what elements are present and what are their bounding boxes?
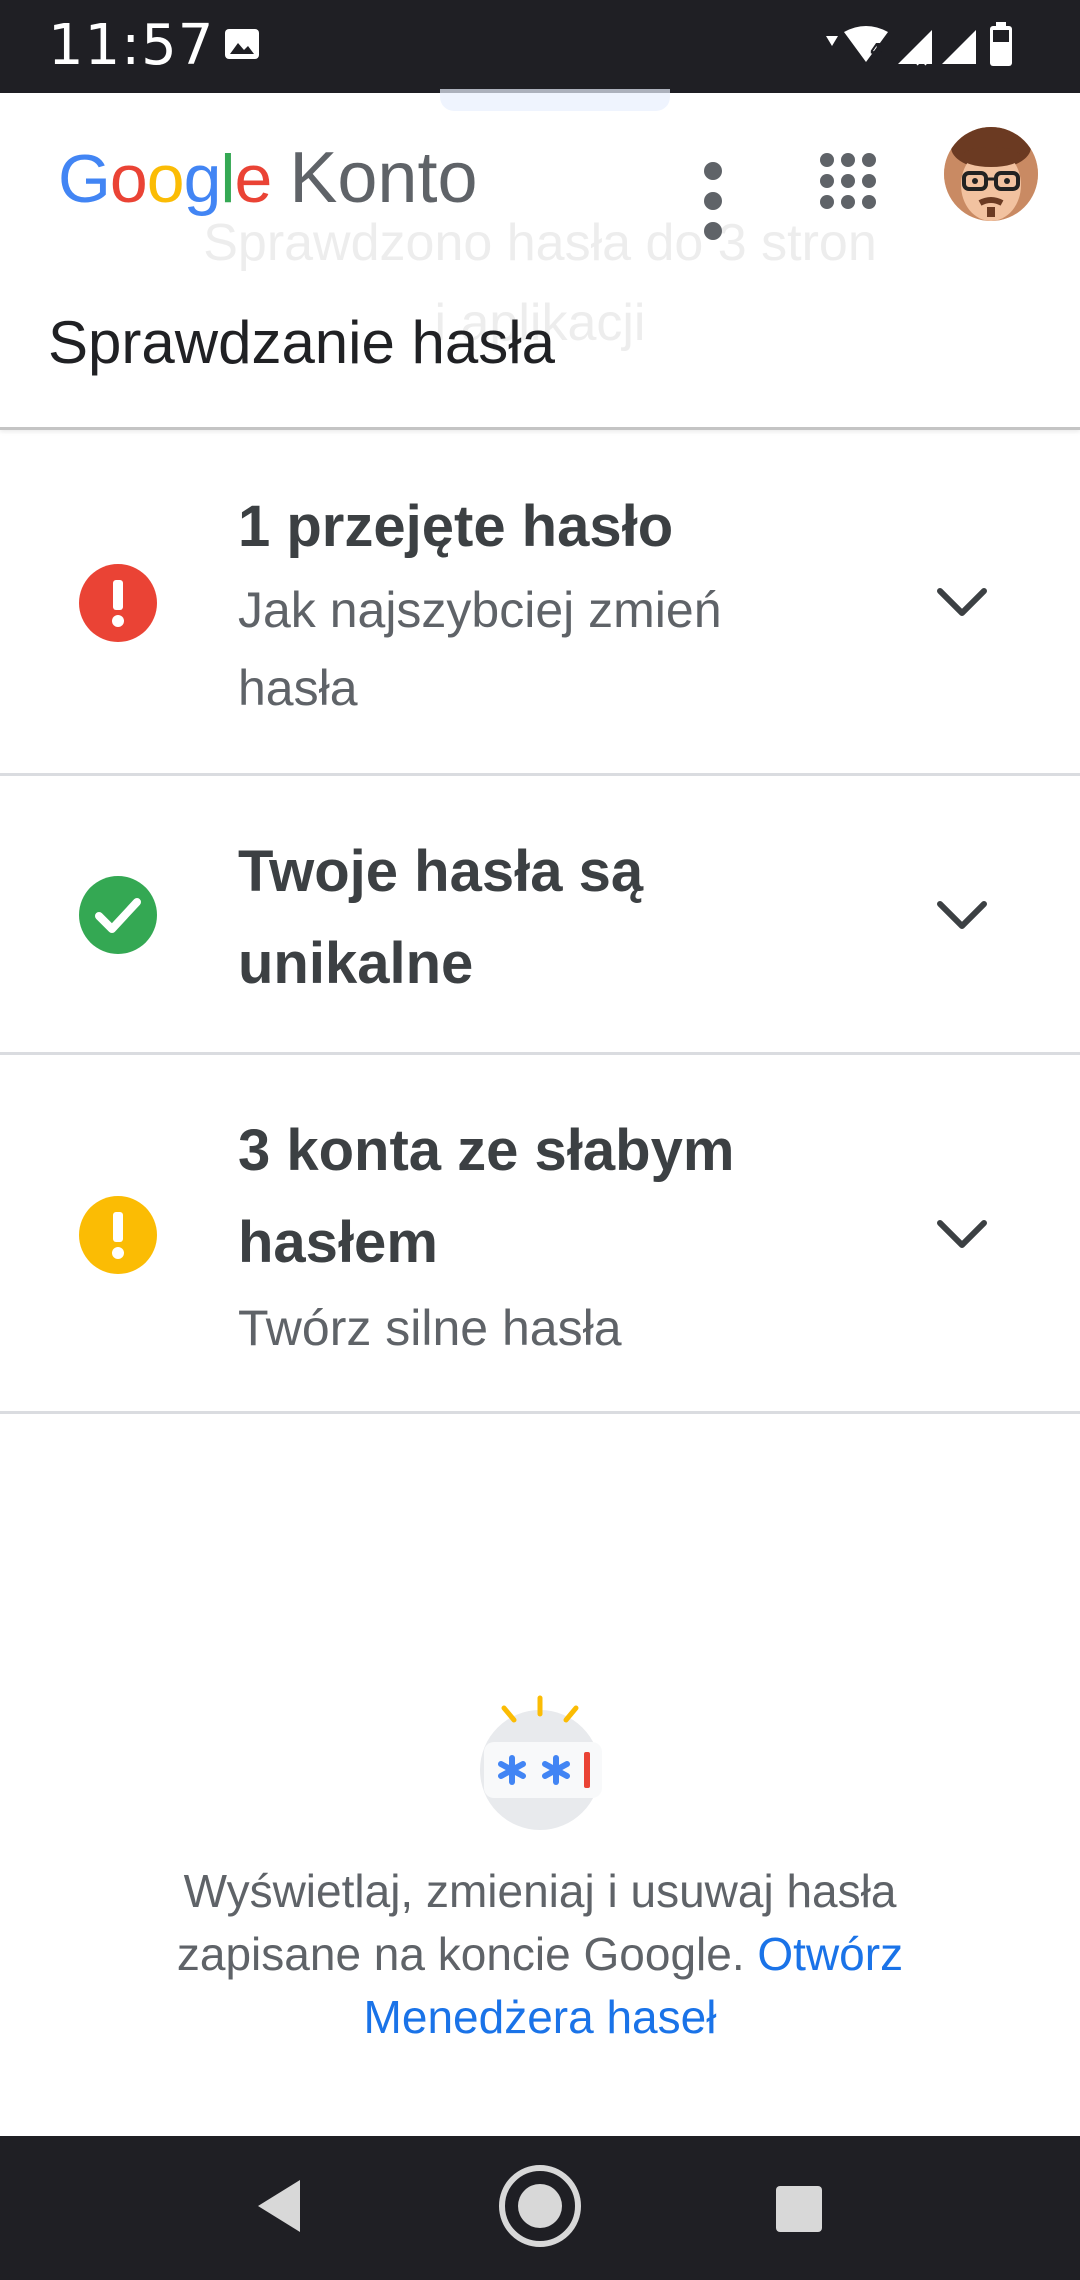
warning-icon bbox=[79, 1196, 157, 1274]
item-title: 1 przejęte hasło bbox=[238, 494, 674, 559]
ghost-banner bbox=[440, 89, 670, 111]
home-icon[interactable] bbox=[498, 2164, 582, 2248]
image-icon bbox=[225, 29, 259, 59]
google-konto-logo[interactable]: Google Konto bbox=[58, 137, 477, 227]
chevron-down-icon[interactable] bbox=[932, 896, 992, 936]
svg-text:×: × bbox=[914, 50, 929, 70]
item-subtitle-line2: hasła bbox=[238, 660, 358, 716]
status-icons: 4 × bbox=[826, 22, 1012, 70]
item-title-line2: hasłem bbox=[238, 1210, 438, 1275]
more-options-icon[interactable] bbox=[688, 151, 738, 251]
unique-passwords-item[interactable]: Twoje hasła są unikalne bbox=[0, 776, 1080, 1055]
compromised-password-item[interactable]: 1 przejęte hasło Jak najszybciej zmień h… bbox=[0, 433, 1080, 776]
apps-grid-icon[interactable] bbox=[820, 153, 876, 209]
download-arrow-icon bbox=[826, 36, 838, 46]
item-subtitle-line1: Jak najszybciej zmień bbox=[238, 582, 722, 638]
page-title: Sprawdzanie hasła bbox=[48, 309, 555, 376]
item-subtitle: Twórz silne hasła bbox=[238, 1300, 622, 1356]
google-logo: Google bbox=[58, 141, 272, 217]
svg-text:4: 4 bbox=[870, 40, 883, 61]
weak-passwords-item[interactable]: 3 konta ze słabym hasłem Twórz silne has… bbox=[0, 1055, 1080, 1414]
password-manager-illustration-icon bbox=[480, 1695, 602, 1830]
avatar-image bbox=[944, 127, 1038, 221]
info-line1: Wyświetlaj, zmieniaj i usuwaj hasła bbox=[183, 1865, 897, 1917]
back-icon[interactable] bbox=[254, 2176, 302, 2236]
open-password-manager-link-part2[interactable]: Menedżera haseł bbox=[364, 1991, 717, 2043]
signal-icon-2 bbox=[942, 30, 976, 64]
system-nav-bar bbox=[0, 2136, 1080, 2280]
status-bar: 11:57 4 × bbox=[0, 0, 1080, 93]
error-icon bbox=[79, 564, 157, 642]
item-title-line2: unikalne bbox=[238, 931, 474, 996]
check-icon bbox=[79, 876, 157, 954]
item-title-line1: 3 konta ze słabym bbox=[238, 1118, 735, 1183]
product-name: Konto bbox=[289, 138, 478, 218]
avatar[interactable] bbox=[944, 127, 1038, 221]
password-manager-info: Wyświetlaj, zmieniaj i usuwaj hasła zapi… bbox=[110, 1860, 970, 2049]
recent-apps-icon[interactable] bbox=[776, 2186, 822, 2232]
chevron-down-icon[interactable] bbox=[932, 1215, 992, 1255]
app-header: Sprawdzono hasła do 3 stron i aplikacji … bbox=[0, 89, 1080, 430]
status-time: 11:57 bbox=[48, 13, 215, 78]
info-line2: zapisane na koncie Google. bbox=[176, 1928, 745, 1980]
open-password-manager-link-part1[interactable]: Otwórz bbox=[757, 1928, 903, 1980]
item-title-line1: Twoje hasła są bbox=[238, 839, 644, 904]
chevron-down-icon[interactable] bbox=[932, 583, 992, 623]
